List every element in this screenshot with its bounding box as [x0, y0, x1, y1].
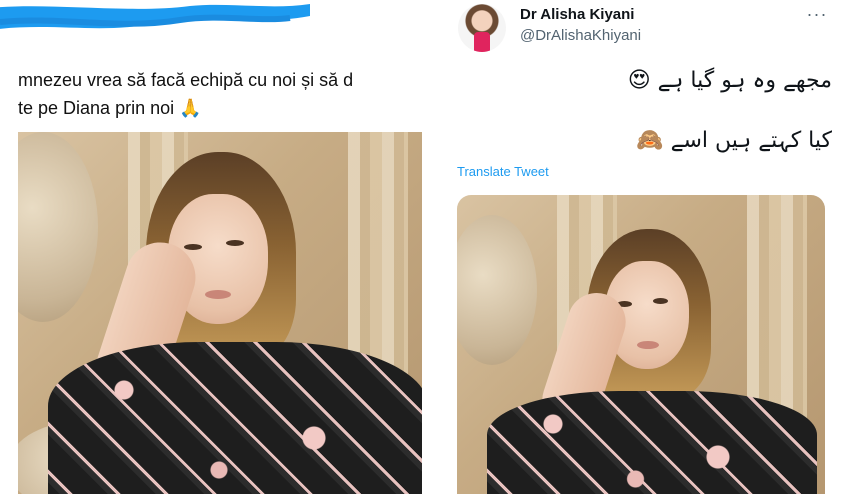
teddy-bear — [18, 132, 98, 322]
redaction-scribble — [0, 4, 310, 29]
tweet-photo[interactable] — [457, 195, 825, 494]
tweet-text-line-2: کیا کہتے ہیں اسے 🙈 — [636, 128, 832, 153]
teddy-bear — [457, 215, 537, 365]
translate-tweet-link[interactable]: Translate Tweet — [457, 164, 549, 179]
avatar[interactable] — [458, 4, 506, 52]
pajama-shirt — [48, 342, 422, 494]
user-handle[interactable]: @DrAlishaKhiyani — [520, 27, 641, 44]
post-photo[interactable] — [18, 132, 422, 494]
left-post: mnezeu vrea să facă echipă cu noi și să … — [0, 0, 438, 494]
tweet-text-line-1: مجھے وہ ہو گیا ہے 😍 — [627, 68, 832, 93]
display-name[interactable]: Dr Alisha Kiyani — [520, 6, 634, 23]
more-options-icon[interactable]: ··· — [802, 4, 832, 24]
pajama-shirt — [487, 391, 817, 494]
post-text: mnezeu vrea să facă echipă cu noi și să … — [18, 70, 354, 118]
